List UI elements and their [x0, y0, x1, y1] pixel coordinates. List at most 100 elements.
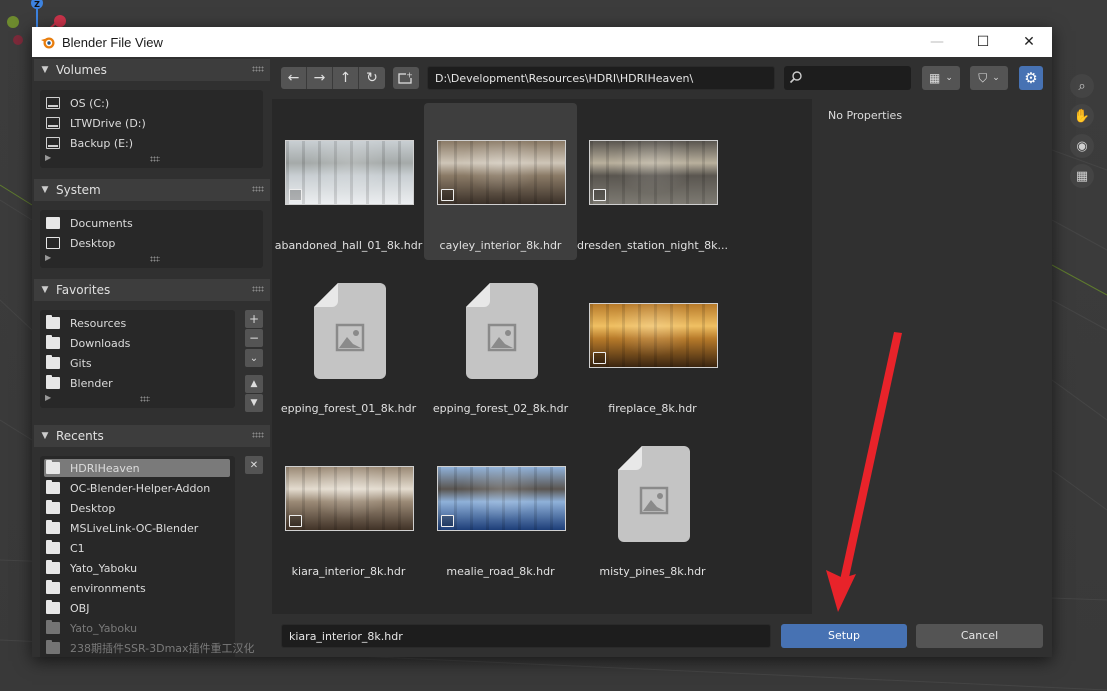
clear-recents-button[interactable]: ✕ [245, 456, 263, 474]
minimize-button[interactable]: — [914, 27, 960, 57]
drag-grip-icon[interactable] [252, 66, 264, 72]
volumes-panel-header[interactable]: ▼ Volumes [34, 59, 270, 81]
file-tile[interactable]: mealie_road_8k.hdr [424, 429, 577, 586]
zoom-icon[interactable]: ⌕ [1070, 74, 1094, 98]
file-view-window: Blender File View — ☐ ✕ ▼ Volumes OS (C:… [32, 27, 1052, 657]
parent-directory-button[interactable]: ↑ [333, 67, 359, 89]
file-placeholder-icon [314, 283, 386, 379]
system-list: Documents Desktop ▶ [40, 210, 263, 268]
volumes-title: Volumes [56, 63, 107, 77]
file-tile[interactable]: misty_pines_8k.hdr [576, 429, 729, 586]
favorite-label: Downloads [70, 336, 131, 350]
volume-item-d[interactable]: LTWDrive (D:) [46, 113, 146, 133]
filter-dropdown[interactable]: ⛉ ⌄ [970, 66, 1008, 90]
system-item-documents[interactable]: Documents [46, 213, 133, 233]
recent-item[interactable]: environments [46, 578, 146, 598]
hand-pan-icon[interactable]: ✋ [1070, 104, 1094, 128]
recent-item[interactable]: Yato_Yaboku [46, 558, 137, 578]
favorite-item-gits[interactable]: Gits [46, 353, 92, 373]
favorite-item-blender[interactable]: Blender [46, 373, 113, 393]
collapse-triangle-icon: ▼ [41, 185, 49, 195]
recent-item[interactable]: Yato_Yaboku [46, 618, 137, 638]
volume-item-c[interactable]: OS (C:) [46, 93, 109, 113]
volume-label: LTWDrive (D:) [70, 116, 146, 130]
grid-perspective-icon[interactable]: ▦ [1070, 164, 1094, 188]
refresh-button[interactable]: ↻ [359, 67, 385, 89]
file-tile[interactable]: epping_forest_02_8k.hdr [424, 266, 577, 423]
file-name-label: epping_forest_01_8k.hdr [280, 402, 417, 415]
drag-grip-icon[interactable] [252, 432, 264, 438]
window-title: Blender File View [62, 34, 163, 50]
file-tile[interactable]: dresden_station_night_8k... [576, 103, 729, 260]
no-properties-text: No Properties [828, 109, 903, 122]
window-titlebar[interactable]: Blender File View — ☐ ✕ [32, 27, 1052, 57]
recent-item[interactable]: MSLiveLink-OC-Blender [46, 518, 198, 538]
bottom-bar: kiara_interior_8k.hdr Setup Cancel [272, 614, 1052, 657]
hdr-thumbnail [437, 140, 566, 205]
search-icon [789, 71, 802, 84]
directory-path-field[interactable]: D:\Development\Resources\HDRI\HDRIHeaven… [427, 66, 775, 90]
favorites-panel-header[interactable]: ▼ Favorites [34, 279, 270, 301]
new-folder-icon: + [398, 71, 413, 84]
expand-triangle-icon[interactable]: ▶ [45, 393, 51, 402]
recent-item[interactable]: OBJ [46, 598, 89, 618]
close-button[interactable]: ✕ [1006, 27, 1052, 57]
back-button[interactable]: ← [281, 67, 307, 89]
recent-label: HDRIHeaven [70, 461, 140, 475]
chevron-down-icon: ⌄ [945, 73, 953, 83]
folder-icon [46, 335, 60, 349]
forward-button[interactable]: → [307, 67, 333, 89]
file-tile[interactable]: cayley_interior_8k.hdr [424, 103, 577, 260]
search-input[interactable] [784, 66, 911, 90]
remove-favorite-button[interactable]: − [245, 329, 263, 347]
recents-panel-header[interactable]: ▼ Recents [34, 425, 270, 447]
favorite-item-downloads[interactable]: Downloads [46, 333, 130, 353]
hdr-thumbnail [285, 140, 414, 205]
file-tile[interactable]: kiara_interior_8k.hdr [272, 429, 425, 586]
drive-icon [46, 97, 60, 109]
recent-item[interactable]: OC-Blender-Helper-Addon [46, 478, 210, 498]
resize-grip-icon[interactable] [150, 156, 160, 162]
file-name-label: dresden_station_night_8k... [577, 239, 728, 252]
favorites-menu-button[interactable]: ⌄ [245, 349, 263, 367]
resize-grip-icon[interactable] [150, 256, 160, 262]
hdr-thumbnail [589, 303, 718, 368]
maximize-button[interactable]: ☐ [960, 27, 1006, 57]
recent-item[interactable]: 238期插件SSR-3Dmax插件重工汉化 [46, 638, 255, 657]
recent-label: environments [70, 581, 146, 595]
favorite-label: Gits [70, 356, 92, 370]
expand-triangle-icon[interactable]: ▶ [45, 253, 51, 262]
file-toolbar: ← → ↑ ↻ + D:\Development\Resources\HDRI\… [272, 57, 1052, 99]
cancel-button[interactable]: Cancel [916, 624, 1043, 648]
camera-icon[interactable]: ◉ [1070, 134, 1094, 158]
filename-input[interactable]: kiara_interior_8k.hdr [281, 624, 771, 648]
settings-gear-button[interactable]: ⚙ [1019, 66, 1043, 90]
file-tile[interactable]: epping_forest_01_8k.hdr [272, 266, 425, 423]
add-favorite-button[interactable]: + [245, 310, 263, 328]
system-panel-header[interactable]: ▼ System [34, 179, 270, 201]
volume-item-e[interactable]: Backup (E:) [46, 133, 133, 153]
expand-triangle-icon[interactable]: ▶ [45, 153, 51, 162]
collapse-triangle-icon: ▼ [41, 65, 49, 75]
file-tile[interactable]: abandoned_hall_01_8k.hdr [272, 103, 425, 260]
display-mode-dropdown[interactable]: ▦ ⌄ [922, 66, 960, 90]
collapse-triangle-icon: ▼ [41, 285, 49, 295]
file-name-label: cayley_interior_8k.hdr [439, 239, 562, 252]
folder-icon [46, 520, 60, 534]
favorite-item-resources[interactable]: Resources [46, 313, 126, 333]
file-name-label: kiara_interior_8k.hdr [291, 565, 406, 578]
resize-grip-icon[interactable] [140, 396, 150, 402]
move-down-button[interactable]: ▼ [245, 394, 263, 412]
gear-icon: ⚙ [1024, 69, 1038, 87]
new-folder-button[interactable]: + [393, 67, 419, 89]
file-tile[interactable]: fireplace_8k.hdr [576, 266, 729, 423]
thumbnail-grid-icon: ▦ [929, 71, 941, 85]
drag-grip-icon[interactable] [252, 186, 264, 192]
move-up-button[interactable]: ▲ [245, 375, 263, 393]
recent-item[interactable]: HDRIHeaven [46, 458, 140, 478]
recent-item[interactable]: C1 [46, 538, 85, 558]
system-item-desktop[interactable]: Desktop [46, 233, 115, 253]
drag-grip-icon[interactable] [252, 286, 264, 292]
recent-item[interactable]: Desktop [46, 498, 115, 518]
setup-button[interactable]: Setup [781, 624, 907, 648]
